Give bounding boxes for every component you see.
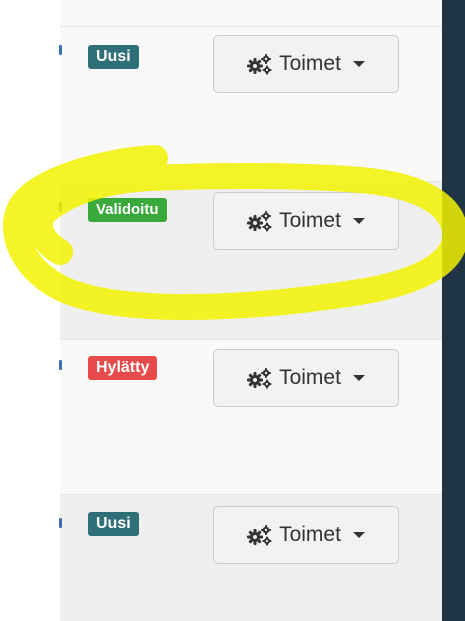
status-badge: Uusi [88, 512, 139, 536]
status-badge: Validoitu [88, 198, 167, 222]
status-badge: Uusi [88, 45, 139, 69]
screen: Uusi Toimet Validoitu Toimet Hylätty Toi… [0, 0, 465, 621]
status-badge: Hylätty [88, 356, 158, 380]
actions-button-label: Toimet [279, 209, 341, 232]
gears-icon [247, 53, 273, 75]
actions-button-label: Toimet [279, 52, 341, 75]
row-edge-marker [59, 45, 62, 55]
caret-down-icon [352, 375, 365, 381]
actions-dropdown-button[interactable]: Toimet [213, 506, 399, 564]
actions-dropdown-button[interactable]: Toimet [213, 349, 399, 407]
gears-icon [247, 524, 273, 546]
caret-down-icon [352, 532, 365, 538]
row-edge-marker [59, 202, 62, 212]
gears-icon [247, 210, 273, 232]
actions-dropdown-button[interactable]: Toimet [213, 192, 399, 250]
actions-button-label: Toimet [279, 366, 341, 389]
row-edge-marker [59, 518, 62, 528]
row-edge-marker [59, 360, 62, 370]
gears-icon [247, 367, 273, 389]
caret-down-icon [352, 218, 365, 224]
actions-dropdown-button[interactable]: Toimet [213, 35, 399, 93]
caret-down-icon [352, 61, 365, 67]
table-row [60, 0, 442, 26]
actions-button-label: Toimet [279, 523, 341, 546]
dark-sidebar-edge [442, 0, 465, 621]
